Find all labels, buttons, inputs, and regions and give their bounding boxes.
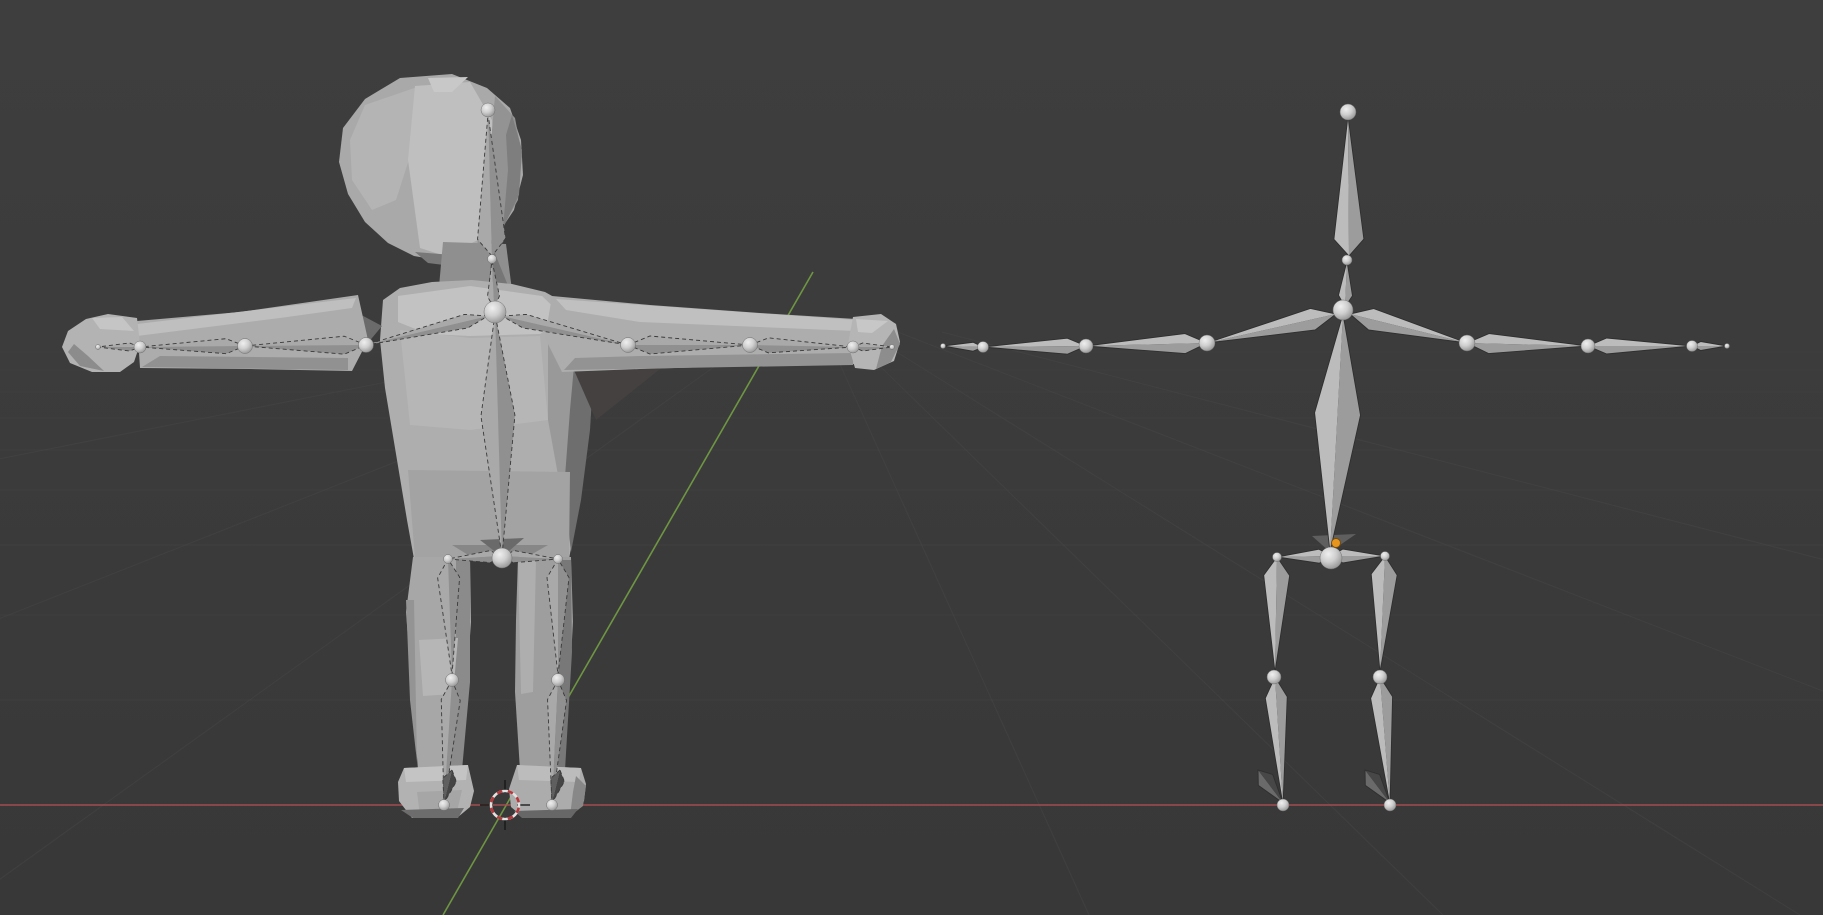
joint-wrist-l[interactable] [978,342,989,353]
joint-shoulder-r[interactable] [621,338,636,353]
joint-hand-tip-l[interactable] [96,345,101,350]
joint-ankle-l[interactable] [439,800,450,811]
joint-neck[interactable] [488,255,497,264]
joint-shoulder-l[interactable] [359,338,374,353]
joint-hand-tip-l[interactable] [941,344,946,349]
joint-elbow-r[interactable] [743,338,758,353]
object-origin-dot [1332,539,1341,548]
origin-dot [1332,539,1341,548]
viewport-background [0,0,1823,915]
joint-shoulder-l[interactable] [1199,335,1215,351]
joint-elbow-r[interactable] [1581,339,1595,353]
joint-elbow-l[interactable] [1079,339,1093,353]
joint-head-tip[interactable] [481,103,495,117]
joint-ankle-r[interactable] [547,800,558,811]
joint-ankle-r[interactable] [1384,799,1396,811]
joint-neck[interactable] [1342,255,1352,265]
joint-chest[interactable] [484,301,506,323]
mesh-face-torso-mid-facet[interactable] [400,330,548,430]
joint-hand-tip-r[interactable] [1725,344,1730,349]
joint-hip-r[interactable] [1381,552,1390,561]
joint-hip-l[interactable] [1273,553,1282,562]
joint-head-tip[interactable] [1340,104,1356,120]
joint-hand-tip-r[interactable] [890,345,895,350]
joint-pelvis[interactable] [1320,547,1342,569]
blender-3d-viewport[interactable] [0,0,1823,915]
mesh-face-leg-right-inner-facet[interactable] [518,560,536,694]
joint-chest[interactable] [1333,300,1353,320]
joint-ankle-l[interactable] [1277,799,1289,811]
joint-knee-r[interactable] [552,674,565,687]
joint-wrist-r[interactable] [847,341,859,353]
joint-hip-r[interactable] [554,555,563,564]
joint-wrist-r[interactable] [1687,341,1698,352]
joint-knee-r[interactable] [1373,670,1387,684]
joint-knee-l[interactable] [446,674,459,687]
joint-hip-l[interactable] [444,555,453,564]
viewport-canvas[interactable] [0,0,1823,915]
joint-elbow-l[interactable] [238,339,253,354]
joint-pelvis[interactable] [492,548,512,568]
joint-shoulder-r[interactable] [1459,335,1475,351]
joint-knee-l[interactable] [1267,670,1281,684]
joint-wrist-l[interactable] [134,341,146,353]
